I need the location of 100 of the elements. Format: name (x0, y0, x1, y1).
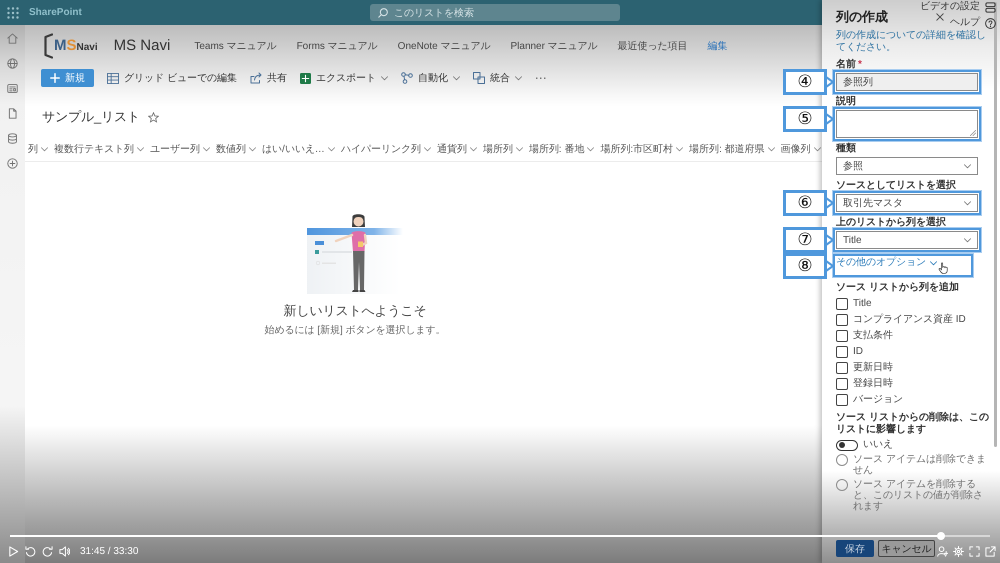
column-header[interactable]: 列 (28, 142, 48, 156)
plus-circle-icon[interactable] (7, 158, 18, 169)
dropdown[interactable]: 参照 (836, 157, 978, 175)
table-icon (107, 72, 119, 84)
hand-cursor-icon (938, 262, 948, 274)
nav-link[interactable]: Forms マニュアル (296, 38, 378, 52)
more-options-link[interactable]: その他のオプション (836, 257, 937, 269)
checkbox[interactable] (836, 298, 848, 310)
field-label: 種類 (836, 143, 856, 155)
star-icon[interactable] (148, 112, 160, 122)
help-button[interactable]: ヘルプ (950, 17, 996, 29)
list-title: サンプル_リスト (42, 108, 140, 126)
menu-button[interactable]: 自動化 (400, 71, 460, 85)
chevron-down-icon (964, 164, 971, 168)
cancel-button[interactable]: キャンセル (878, 540, 935, 557)
field-label: 上のリストから列を選択 (836, 217, 946, 229)
chevron-down-icon (930, 260, 937, 266)
section-label: ソース リストから列を追加 (836, 282, 960, 294)
toggle-label: いいえ (863, 439, 893, 451)
search-icon (378, 8, 388, 18)
column-header[interactable]: 数値列 (216, 142, 256, 156)
chevron-down-icon (814, 146, 821, 152)
checkbox[interactable] (836, 378, 848, 390)
panel-title: 列の作成 (836, 8, 888, 26)
chevron-down-icon (424, 146, 431, 152)
scrollbar-thumb[interactable] (994, 2, 997, 447)
column-header[interactable]: 通貨列 (436, 142, 477, 156)
overlapping-squares-icon (472, 72, 485, 84)
checkbox[interactable] (836, 346, 848, 358)
play-icon[interactable] (8, 546, 19, 556)
toolbar-button[interactable]: 共有 (250, 71, 287, 85)
nav-link[interactable]: Teams マニュアル (194, 38, 277, 52)
column-header[interactable]: ハイパーリンク列 (340, 142, 431, 156)
nav-link[interactable]: Planner マニュアル (510, 38, 598, 52)
learn-more-link[interactable]: 列の作成についての詳細を確認してください。 (836, 30, 988, 54)
text-input[interactable]: 参照列 (836, 73, 978, 91)
column-header[interactable]: 場所列: 番地 (528, 142, 594, 156)
more-button[interactable]: ⋯ (534, 71, 547, 85)
news-icon[interactable] (7, 83, 18, 94)
close-icon[interactable] (936, 13, 944, 21)
site-logo-text[interactable]: MSNavi (54, 36, 98, 54)
checkbox-label: Title (853, 298, 872, 310)
plus-icon (50, 73, 60, 83)
checkbox[interactable] (836, 394, 848, 406)
site-title[interactable]: MS Navi (114, 37, 170, 54)
nav-link[interactable]: OneNote マニュアル (398, 38, 490, 52)
empty-state-hint: 始めるには [新規] ボタンを選択します。 (264, 324, 446, 337)
document-icon[interactable] (7, 108, 18, 119)
column-header[interactable]: 複数行テキスト列 (54, 142, 144, 156)
checkbox-label: 更新日時 (853, 362, 893, 374)
toggle-switch[interactable] (836, 440, 858, 450)
checkbox[interactable] (836, 314, 848, 326)
column-header[interactable]: はい/いいえ… (262, 142, 335, 156)
callout-pointer (825, 113, 834, 125)
globe-icon[interactable] (7, 58, 18, 69)
volume-icon[interactable] (59, 546, 70, 556)
column-header[interactable]: ユーザー列 (150, 142, 210, 156)
callout-number: ④ (783, 69, 827, 95)
checkbox-label: 支払条件 (853, 330, 893, 342)
save-button[interactable]: 保存 (836, 540, 874, 557)
checkbox-label: バージョン (853, 394, 903, 406)
callout-pointer (825, 234, 834, 246)
chevron-down-icon (203, 146, 210, 152)
resize-grip-icon (970, 130, 976, 136)
menu-button[interactable]: エクスポート (300, 71, 388, 85)
home-icon[interactable] (7, 33, 18, 44)
column-header[interactable]: 画像列 (780, 142, 821, 156)
stacked-rectangles-icon (985, 2, 996, 12)
menu-button[interactable]: 統合 (472, 71, 522, 85)
settings-icon[interactable] (953, 546, 964, 556)
toolbar-button[interactable]: グリッド ビューでの編集 (107, 71, 237, 85)
dropdown[interactable]: Title (836, 231, 978, 249)
dropdown[interactable]: 取引先マスタ (836, 194, 978, 212)
playback-time: 31:45 / 33:30 (80, 546, 138, 556)
column-header[interactable]: 場所列 (482, 142, 523, 156)
spreadsheet-icon (300, 72, 311, 84)
video-settings-button[interactable]: ビデオの設定 (920, 1, 996, 13)
logo-bracket-icon (44, 32, 53, 58)
nav-link[interactable]: 最近使った項目 (618, 38, 688, 52)
fullscreen-icon[interactable] (969, 546, 980, 556)
chevron-down-icon (41, 146, 48, 152)
replay-icon[interactable] (25, 546, 36, 556)
chevron-down-icon (964, 238, 971, 242)
help-icon (985, 18, 996, 28)
checkbox[interactable] (836, 330, 848, 342)
empty-state-title: 新しいリストへようこそ (284, 302, 426, 320)
field-label: ソースとしてリストを選択 (836, 180, 956, 192)
database-icon[interactable] (7, 133, 18, 144)
column-header[interactable]: 場所列:市区町村 (600, 142, 684, 156)
person-icon[interactable] (937, 546, 948, 556)
waffle-icon[interactable] (7, 6, 19, 18)
required-mark: * (858, 59, 862, 71)
column-header[interactable]: 場所列: 都道府県 (689, 142, 775, 156)
checkbox[interactable] (836, 362, 848, 374)
skip-forward-icon[interactable] (42, 546, 53, 556)
chevron-down-icon (328, 146, 335, 152)
checkbox-label: コンプライアンス資産 ID (853, 314, 966, 326)
field-label: 説明 (836, 96, 856, 108)
callout-pointer (825, 197, 834, 209)
popout-icon[interactable] (985, 546, 996, 556)
